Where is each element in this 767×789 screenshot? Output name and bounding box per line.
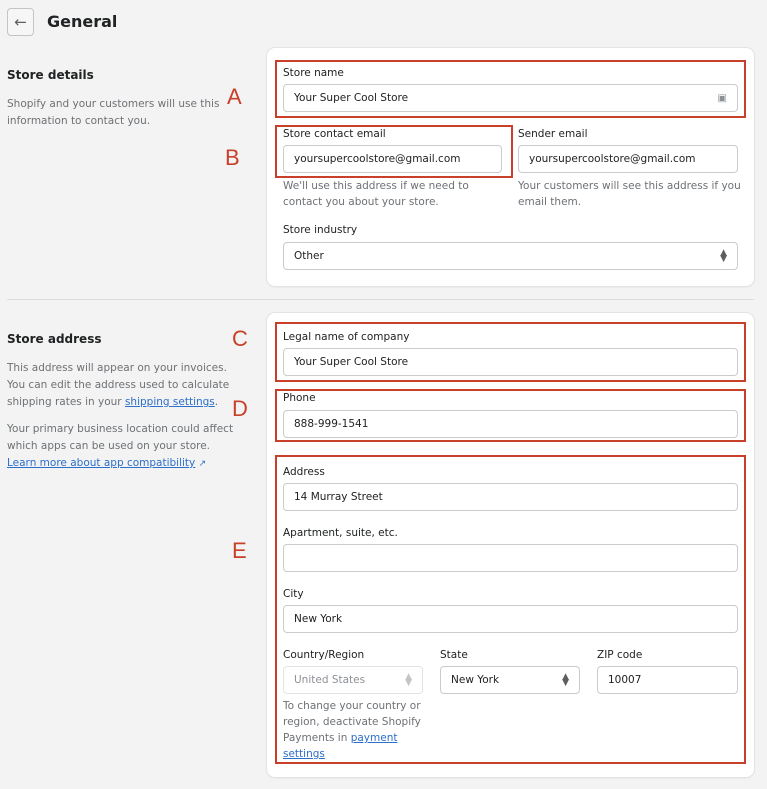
store-address-description: This address will appear on your invoice… — [7, 360, 237, 411]
annotation-label-b: B — [225, 145, 240, 170]
annotation-label-d: D — [232, 396, 248, 421]
annotation-box-e — [275, 455, 746, 764]
sender-email-input[interactable]: yoursupercoolstore@gmail.com — [518, 145, 738, 173]
annotation-label-c: C — [232, 326, 248, 351]
back-button[interactable]: ← — [7, 8, 34, 36]
store-details-description: Shopify and your customers will use this… — [7, 98, 220, 127]
annotation-box-b — [275, 125, 513, 178]
address-desc-end: . — [214, 396, 219, 408]
sender-email-help: Your customers will see this address if … — [518, 180, 741, 208]
contact-email-help: We'll use this address if we need to con… — [283, 180, 469, 208]
app-compatibility-link[interactable]: Learn more about app compatibility — [7, 457, 195, 469]
shipping-settings-link[interactable]: shipping settings — [125, 396, 215, 408]
store-address-heading: Store address — [7, 332, 102, 346]
section-divider — [7, 299, 754, 300]
app-compat-text: Your primary business location could aff… — [7, 423, 234, 452]
arrow-left-icon: ← — [14, 13, 27, 31]
annotation-box-d — [275, 389, 746, 442]
annotation-label-e: E — [232, 538, 247, 563]
sender-email-label: Sender email — [518, 128, 588, 140]
annotation-label-a: A — [227, 84, 242, 109]
external-link-icon: ↗ — [198, 459, 207, 469]
store-details-heading: Store details — [7, 68, 94, 82]
industry-label: Store industry — [283, 224, 358, 236]
app-compat-description: Your primary business location could aff… — [7, 421, 237, 473]
annotation-box-c — [275, 322, 746, 382]
industry-select[interactable]: Other ▲ ▼ — [283, 242, 738, 270]
page-title: General — [47, 12, 118, 31]
select-arrows-icon: ▲ ▼ — [720, 248, 727, 264]
annotation-box-a — [275, 60, 746, 118]
industry-value: Other — [294, 250, 324, 262]
